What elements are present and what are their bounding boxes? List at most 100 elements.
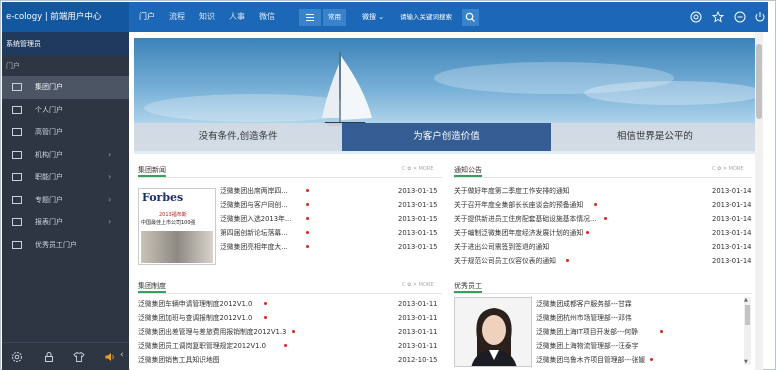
new-dot (264, 316, 267, 319)
panel-title: 优秀员工 (454, 279, 482, 293)
list-item[interactable]: 泛微集团杭州市场管理部---邓伟 (536, 311, 736, 325)
staff-scroll-down-icon[interactable]: ▼ (744, 359, 748, 365)
main-scroll-thumb[interactable] (756, 44, 762, 119)
thumbnail-caption-2: 中国最佳上市公司100强 (141, 220, 196, 226)
portal-icon (12, 240, 22, 249)
notice-date: 2013-01-14 (712, 243, 752, 251)
sidebar-toolbar: ‹ (2, 342, 129, 370)
list-item[interactable]: 泛微集团乌鲁木齐项目管理部---张媛 (536, 353, 736, 367)
regulation-date: 2013-01-11 (398, 300, 438, 308)
banner-tab-3[interactable]: 相信世界是公平的 (550, 123, 759, 151)
sidebar-item-report-portal[interactable]: 报表门户 › (2, 211, 129, 234)
portal-icon (12, 83, 22, 91)
regulation-title: 泛微集团员工调岗复职管理规定2012V1.0 (138, 342, 266, 350)
list-item[interactable]: 泛微集团出席两岸四... 2013-01-15 (220, 184, 442, 198)
more-icon[interactable] (734, 11, 746, 23)
panel-tools[interactable]: C ✿ ✕ MORE (712, 166, 744, 172)
portal-icon (12, 105, 22, 114)
list-item[interactable]: 关于召开年度全集部长长座谈会的预备通知 2013-01-14 (454, 198, 752, 212)
sidebar-item-group-portal[interactable]: 集团门户 (2, 76, 129, 99)
sidebar-item-label: 专题门户 (35, 195, 63, 204)
list-item[interactable]: 第四届创新论坛落幕... 2013-01-15 (220, 226, 442, 240)
list-item[interactable]: 泛微集团员工调岗复职管理规定2012V1.0 2013-01-11 (138, 339, 442, 353)
list-item[interactable]: 关于提供新进员工住房配套基础设施基本情况... 2013-01-14 (454, 212, 752, 226)
news-date: 2013-01-15 (398, 187, 438, 195)
collapse-sidebar-icon[interactable]: ‹ (120, 350, 124, 360)
sidebar-item-staff-portal[interactable]: 优秀员工门户 (2, 234, 129, 257)
staff-name: 泛微集团乌鲁木齐项目管理部---张媛 (536, 356, 646, 364)
list-item[interactable]: 泛微集团出差管理与差旅费用报销制度2012V1.3 2013-01-11 (138, 325, 442, 339)
new-dot (306, 231, 309, 234)
list-item[interactable]: 关于做好年度第二季度工作安排的通知 2013-01-14 (454, 184, 752, 198)
group-news-panel: 集团新闻 C ✿ ✕ MORE Forbes 2013福布斯 中国最佳上市公司1… (138, 163, 442, 265)
speaker-icon[interactable] (104, 351, 116, 363)
main-content: 没有条件,创造条件 为客户创造价值 相信世界是公平的 集团新闻 C ✿ ✕ MO… (130, 32, 763, 370)
menu-icon (306, 14, 314, 15)
common-button[interactable]: 常用 (323, 9, 346, 26)
thumbnail-photo (141, 231, 213, 263)
search-input[interactable]: 请输入关键词搜索 (400, 9, 458, 26)
nav-knowledge[interactable]: 知识 (199, 2, 215, 32)
list-item[interactable]: 关于进出公司需签到签退的通知 2013-01-14 (454, 240, 752, 254)
banner-tab-2[interactable]: 为客户创造价值 (342, 123, 551, 151)
main-scrollbar[interactable] (755, 32, 763, 370)
panel-tools[interactable]: C ✿ ✕ MORE (402, 166, 434, 172)
nav-portal[interactable]: 门户 (139, 2, 155, 32)
banner-tab-1[interactable]: 没有条件,创造条件 (134, 123, 343, 151)
search-button[interactable] (462, 9, 479, 26)
menu-button[interactable] (299, 9, 321, 26)
sidebar-item-executive-portal[interactable]: 高管门户 (2, 121, 129, 144)
list-item[interactable]: 关于规范公司员工仪容仪表的通知 2013-01-14 (454, 254, 752, 268)
new-dot (650, 358, 653, 361)
search-scope-dropdown[interactable]: 微搜 ⌄ (362, 9, 384, 26)
staff-scrollbar[interactable]: ▲ ▼ (744, 297, 751, 365)
sidebar-item-label: 集团门户 (35, 83, 63, 91)
staff-photo[interactable] (454, 297, 532, 367)
new-dot (264, 302, 267, 305)
new-dot (284, 344, 287, 347)
list-item[interactable]: 泛微集团加班与查调报制度2012V1.0 2013-01-11 (138, 311, 442, 325)
news-thumbnail[interactable]: Forbes 2013福布斯 中国最佳上市公司100强 (138, 188, 216, 265)
list-item[interactable]: 泛微集团车辆申请管理制度2012V1.0 2013-01-11 (138, 297, 442, 311)
sidebar-item-label: 机构门户 (35, 150, 63, 159)
staff-name: 泛微集团上海IT项目开发部---何静 (536, 328, 638, 336)
new-dot (604, 217, 607, 220)
list-item[interactable]: 泛微集团与客户同创... 2013-01-15 (220, 198, 442, 212)
new-dot (306, 245, 309, 248)
staff-scroll-thumb[interactable] (745, 305, 750, 325)
nav-workflow[interactable]: 流程 (169, 2, 185, 32)
nav-wechat[interactable]: 微信 (259, 2, 275, 32)
notice-title: 关于编制泛微集团年度经济发展计划的通知 (454, 229, 584, 237)
main-nav: 门户 流程 知识 人事 微信 (139, 2, 289, 32)
theme-shirt-icon[interactable] (73, 351, 85, 363)
star-icon[interactable] (712, 11, 724, 23)
panel-tools[interactable]: C ✿ ✕ MORE (402, 282, 434, 288)
list-item[interactable]: 关于编制泛微集团年度经济发展计划的通知 2013-01-14 (454, 226, 752, 240)
sidebar-item-personal-portal[interactable]: 个人门户 (2, 99, 129, 122)
nav-hr[interactable]: 人事 (229, 2, 245, 32)
news-title: 泛微集团出席两岸四... (220, 187, 288, 195)
settings-icon[interactable] (690, 11, 702, 23)
current-user[interactable]: 系统管理员 (2, 32, 129, 56)
list-item[interactable]: 泛微集团亮相年度大... 2013-01-15 (220, 240, 442, 254)
notices-panel: 通知公告 C ✿ ✕ MORE 关于做好年度第二季度工作安排的通知 2013-0… (454, 163, 752, 265)
panel-divider (138, 177, 442, 178)
sidebar-item-org-portal[interactable]: 机构门户 › (2, 144, 129, 167)
news-title: 泛微集团亮相年度大... (220, 243, 288, 251)
sidebar-item-topic-portal[interactable]: 专题门户 › (2, 189, 129, 212)
power-icon[interactable] (754, 11, 766, 23)
list-item[interactable]: 泛微集团成都客户服务部---甘霖 (536, 297, 736, 311)
list-item[interactable]: 泛微集团上海IT项目开发部---何静 (536, 325, 736, 339)
portal-icon (12, 195, 22, 204)
list-item[interactable]: 泛微集团上海物流管理部---汪泰宇 (536, 339, 736, 353)
staff-portrait (455, 298, 531, 366)
list-item[interactable]: 泛微集团销售工具知识地图 2012-10-15 (138, 353, 442, 367)
new-dot (586, 231, 589, 234)
sidebar-item-function-portal[interactable]: 职能门户 › (2, 166, 129, 189)
lock-icon[interactable] (43, 351, 55, 363)
regulation-date: 2013-01-11 (398, 314, 438, 322)
gear-icon[interactable] (11, 351, 23, 363)
staff-scroll-up-icon[interactable]: ▲ (744, 297, 748, 303)
list-item[interactable]: 泛微集团入选2013年... 2013-01-15 (220, 212, 442, 226)
news-title: 泛微集团与客户同创... (220, 201, 288, 209)
